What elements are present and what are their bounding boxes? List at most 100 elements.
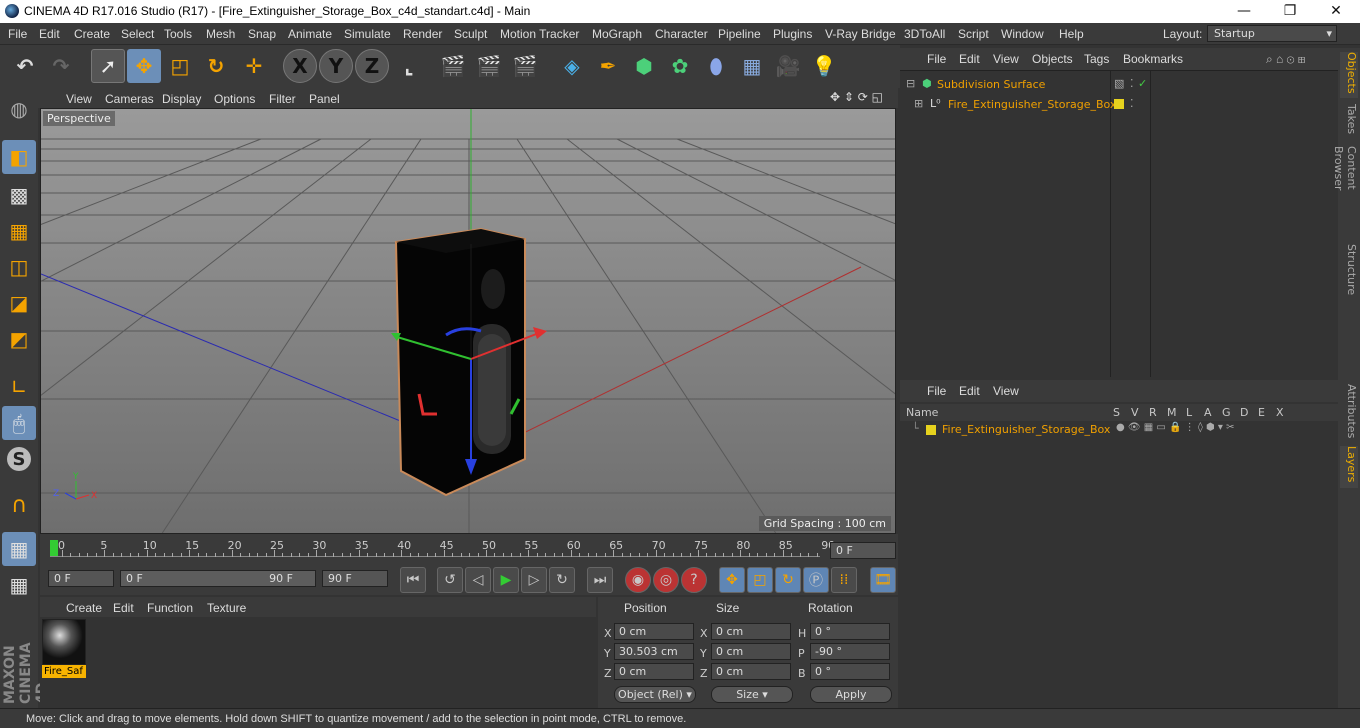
make-editable-button[interactable]: ◍ <box>2 92 36 126</box>
size-mode-select[interactable]: Size ▾ <box>711 686 793 703</box>
render-view-button[interactable]: 🎬 <box>436 49 470 83</box>
menu-mesh[interactable]: Mesh <box>206 27 235 41</box>
menu-simulate[interactable]: Simulate <box>344 27 391 41</box>
x-axis-lock-button[interactable]: X <box>283 49 317 83</box>
polygons-mode-button[interactable]: ◩ <box>2 322 36 356</box>
visibility-dots-icon[interactable]: ⁚ <box>1130 97 1134 110</box>
menu-snap[interactable]: Snap <box>248 27 276 41</box>
menu-select[interactable]: Select <box>121 27 154 41</box>
floor-button[interactable]: ▦ <box>735 49 769 83</box>
expand-icon[interactable]: ⊞ <box>914 97 923 110</box>
object-menu-view[interactable]: View <box>993 52 1019 66</box>
size-z-field[interactable]: 0 cm <box>711 663 791 680</box>
menu-mograph[interactable]: MoGraph <box>592 27 642 41</box>
position-x-field[interactable]: 0 cm <box>614 623 694 640</box>
pen-spline-button[interactable]: ✒ <box>591 49 625 83</box>
menu-file[interactable]: File <box>8 27 27 41</box>
object-row-subdivision-surface[interactable]: ⊟ ⬢ Subdivision Surface ▧ ⁚ ✓ <box>904 77 1334 93</box>
rotation-p-field[interactable]: -90 ° <box>810 643 890 660</box>
tab-structure[interactable]: Structure <box>1340 244 1358 296</box>
live-selection-button[interactable]: ➚ <box>91 49 125 83</box>
timeline-ruler[interactable]: 0 5 10 15 20 25 30 35 40 45 50 55 60 65 70 75 80 85 90 0 F <box>40 534 898 564</box>
viewport-menu-cameras[interactable]: Cameras <box>105 92 154 106</box>
play-button[interactable]: ▶ <box>493 567 519 593</box>
model-mode-button[interactable]: ◧ <box>2 140 36 174</box>
minimize-button[interactable]: — <box>1221 0 1267 23</box>
previous-key-button[interactable]: ↺ <box>437 567 463 593</box>
object-menu-tags[interactable]: Tags <box>1084 52 1109 66</box>
record-keys-button[interactable]: ◉ <box>625 567 651 593</box>
visibility-dots-icon[interactable]: ⁚ <box>1130 77 1134 90</box>
grid-snap-button[interactable]: ▦ <box>2 568 36 602</box>
menu-plugins[interactable]: Plugins <box>773 27 812 41</box>
tab-objects[interactable]: Objects <box>1340 52 1358 98</box>
object-menu-edit[interactable]: Edit <box>959 52 980 66</box>
key-scale-toggle[interactable]: ◰ <box>747 567 773 593</box>
edit-toggle-icon[interactable]: ▧ <box>1114 77 1124 90</box>
workplane-button[interactable]: ▦ <box>2 214 36 248</box>
edges-mode-button[interactable]: ◪ <box>2 286 36 320</box>
redo-button[interactable]: ↷ <box>44 49 78 83</box>
end-frame-field[interactable]: 90 F <box>322 570 388 587</box>
recent-tool-button[interactable]: ✛ <box>237 49 271 83</box>
object-menu-bookmarks[interactable]: Bookmarks <box>1123 52 1183 66</box>
render-picture-viewer-button[interactable]: 🎬 <box>472 49 506 83</box>
menu-help[interactable]: Help <box>1059 27 1084 41</box>
fire-extinguisher-box[interactable] <box>394 227 526 497</box>
viewport-menu-panel[interactable]: Panel <box>309 92 340 106</box>
cloner-button[interactable]: ✿ <box>663 49 697 83</box>
move-tool-button[interactable]: ✥ <box>127 49 161 83</box>
layer-menu-edit[interactable]: Edit <box>959 384 980 398</box>
layer-menu-file[interactable]: File <box>927 384 946 398</box>
menu-script[interactable]: Script <box>958 27 989 41</box>
object-search-icons[interactable]: ⌕ ⌂ ⊙ ⊞ <box>1266 52 1305 67</box>
render-settings-button[interactable]: 🎬 <box>508 49 542 83</box>
layout-select[interactable]: Startup ▾ <box>1207 25 1337 42</box>
cube-button[interactable]: ◈ <box>555 49 589 83</box>
deformer-button[interactable]: ⬮ <box>699 49 733 83</box>
apply-button[interactable]: Apply <box>810 686 892 703</box>
menu-sculpt[interactable]: Sculpt <box>454 27 487 41</box>
3d-viewport[interactable]: Y X Z Perspective Grid Spacing : 100 cm <box>40 108 896 534</box>
scale-tool-button[interactable]: ◰ <box>163 49 197 83</box>
material-menu-edit[interactable]: Edit <box>113 601 134 615</box>
subdivision-button[interactable]: ⬢ <box>627 49 661 83</box>
start-frame-field[interactable]: 0 F <box>48 570 114 587</box>
maximize-button[interactable]: ❐ <box>1267 0 1313 23</box>
layer-row[interactable]: └ Fire_Extinguisher_Storage_Box ● 👁 ▦ ▭ … <box>904 422 1334 438</box>
previous-frame-button[interactable]: ◁ <box>465 567 491 593</box>
coordinate-mode-select[interactable]: Object (Rel) ▾ <box>614 686 696 703</box>
material-menu-create[interactable]: Create <box>66 601 102 615</box>
next-key-button[interactable]: ↻ <box>549 567 575 593</box>
menu-character[interactable]: Character <box>655 27 708 41</box>
texture-mode-button[interactable]: ▩ <box>2 178 36 212</box>
current-frame-field[interactable]: 0 F <box>830 542 896 559</box>
object-row-fire-extinguisher[interactable]: ⊞ L⁰ Fire_Extinguisher_Storage_Box ⁚ <box>904 97 1334 113</box>
rotation-h-field[interactable]: 0 ° <box>810 623 890 640</box>
menu-edit[interactable]: Edit <box>39 27 60 41</box>
timeline-window-button[interactable]: 🎞 <box>870 567 896 593</box>
keyframe-selection-button[interactable]: ? <box>681 567 707 593</box>
enabled-check-icon[interactable]: ✓ <box>1138 77 1147 90</box>
material-menu-texture[interactable]: Texture <box>207 601 246 615</box>
viewport-nav-icons[interactable]: ✥ ⇕ ⟳ ◱ <box>830 90 883 104</box>
go-to-end-button[interactable]: ⏭ <box>587 567 613 593</box>
collapse-icon[interactable]: ⊟ <box>906 77 915 90</box>
autokeying-button[interactable]: ◎ <box>653 567 679 593</box>
layer-color-swatch[interactable] <box>926 425 936 435</box>
rotate-tool-button[interactable]: ↻ <box>199 49 233 83</box>
menu-window[interactable]: Window <box>1001 27 1044 41</box>
material-menu-function[interactable]: Function <box>147 601 193 615</box>
position-y-field[interactable]: 30.503 cm <box>614 643 694 660</box>
snap-button[interactable]: ∩ <box>2 488 36 522</box>
position-z-field[interactable]: 0 cm <box>614 663 694 680</box>
viewport-menu-display[interactable]: Display <box>162 92 201 106</box>
frame-range-slider[interactable]: 0 F 90 F <box>120 570 316 587</box>
z-axis-lock-button[interactable]: Z <box>355 49 389 83</box>
layer-color-swatch[interactable] <box>1114 99 1124 109</box>
menu-create[interactable]: Create <box>74 27 110 41</box>
menu-pipeline[interactable]: Pipeline <box>718 27 761 41</box>
next-frame-button[interactable]: ▷ <box>521 567 547 593</box>
key-rotation-toggle[interactable]: ↻ <box>775 567 801 593</box>
playhead[interactable] <box>50 540 58 556</box>
